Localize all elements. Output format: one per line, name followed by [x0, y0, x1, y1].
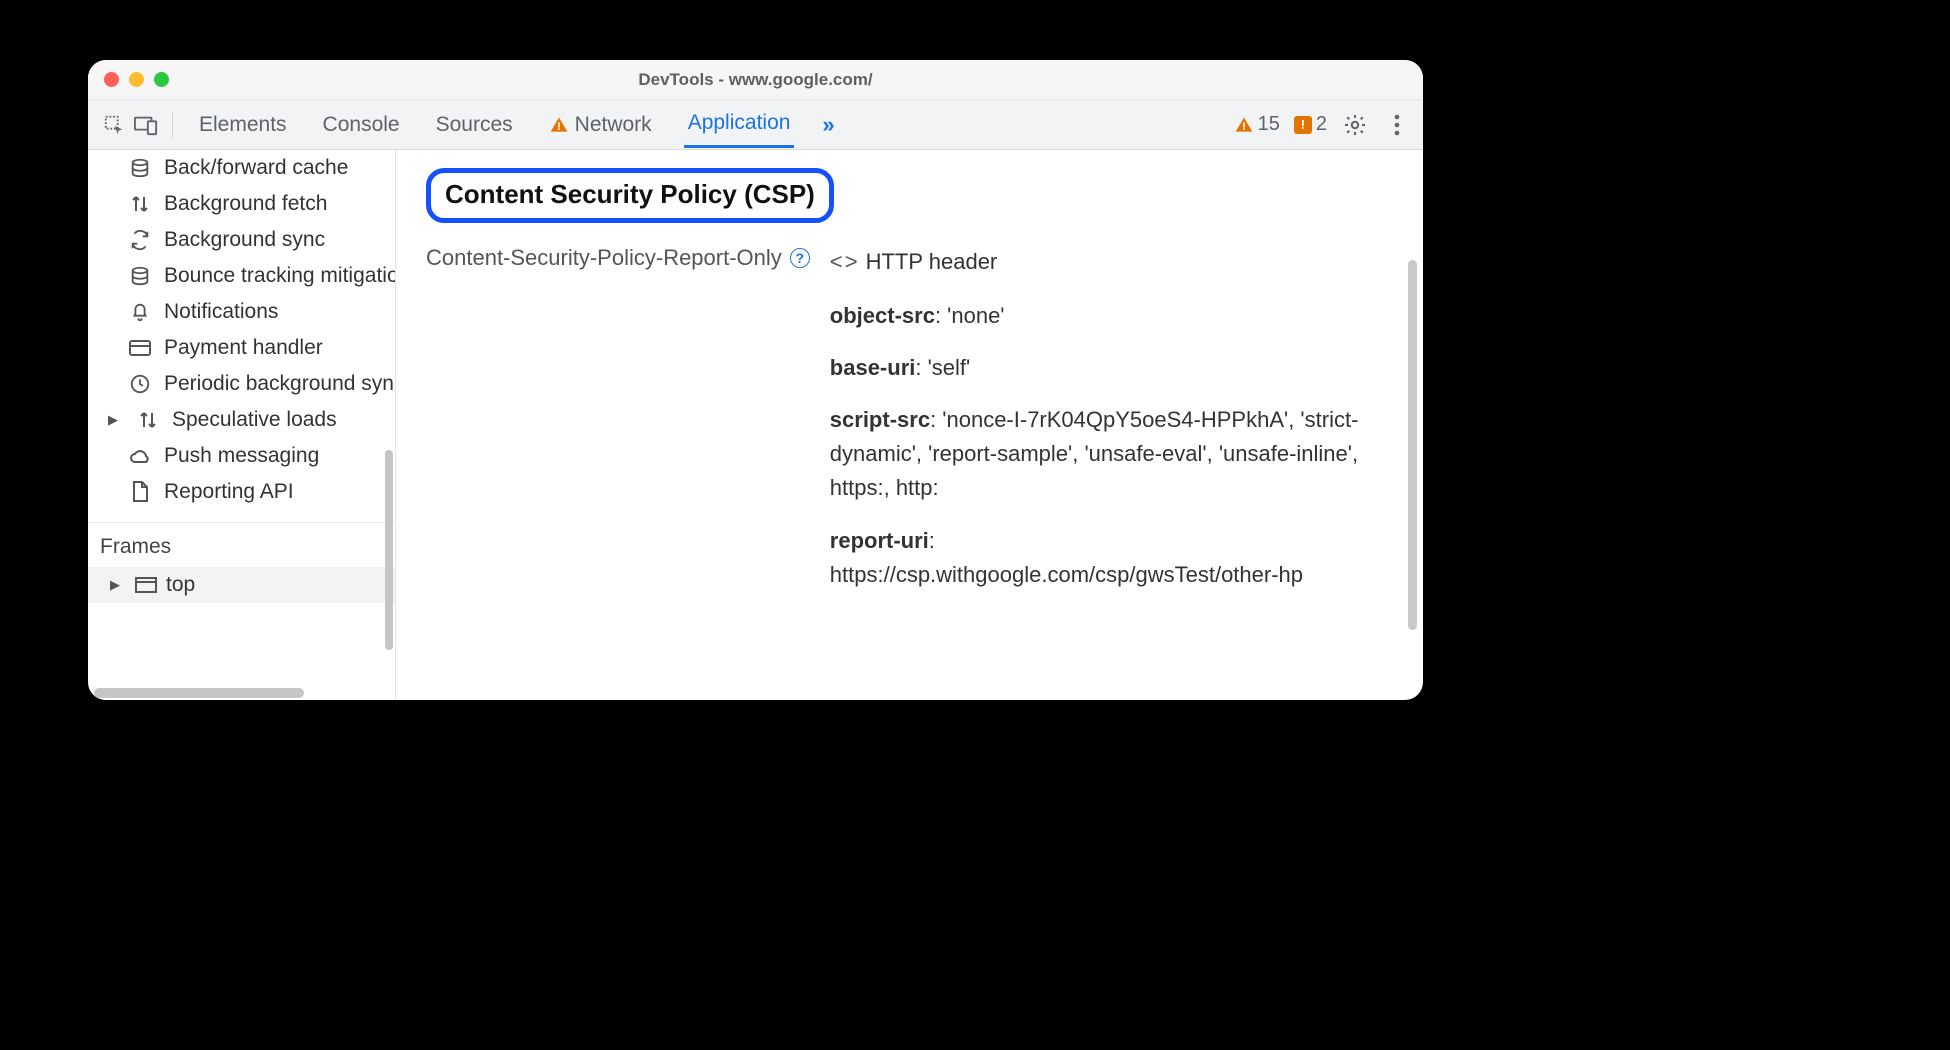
- sidebar-label: Payment handler: [164, 336, 323, 360]
- card-icon: [128, 336, 152, 360]
- issues-icon: !: [1294, 116, 1312, 134]
- settings-icon[interactable]: [1341, 111, 1369, 139]
- frame-top[interactable]: ▶ top: [88, 567, 395, 603]
- csp-directive-row: base-uri: 'self': [830, 351, 1370, 385]
- inspect-icon[interactable]: [100, 111, 128, 139]
- sidebar-vertical-scrollbar[interactable]: [385, 450, 393, 650]
- sidebar-label: Reporting API: [164, 480, 294, 504]
- tab-elements[interactable]: Elements: [195, 103, 291, 147]
- main-vertical-scrollbar[interactable]: [1408, 260, 1417, 630]
- toolbar-right: 15 ! 2: [1234, 111, 1411, 139]
- more-tabs-button[interactable]: »: [822, 112, 834, 138]
- csp-directive-row: script-src: 'nonce-I-7rK04QpY5oeS4-HPPkh…: [830, 403, 1370, 505]
- clock-icon: [128, 372, 152, 396]
- sidebar-item-periodic-sync[interactable]: Periodic background sync: [88, 366, 395, 402]
- csp-header-name: Content-Security-Policy-Report-Only: [426, 245, 782, 271]
- issues-badge[interactable]: ! 2: [1294, 113, 1327, 136]
- warning-count: 15: [1258, 113, 1280, 136]
- sync-icon: [128, 228, 152, 252]
- directive-name: script-src: [830, 407, 930, 432]
- warning-triangle-icon: [1234, 115, 1254, 135]
- tab-label: Console: [323, 113, 400, 137]
- csp-header-name-col: Content-Security-Policy-Report-Only ?: [426, 245, 810, 271]
- tab-sources[interactable]: Sources: [432, 103, 517, 147]
- sidebar-item-speculative-loads[interactable]: ▶ Speculative loads: [88, 402, 395, 438]
- csp-heading-highlight: Content Security Policy (CSP): [426, 168, 834, 223]
- directive-value: : 'self': [915, 355, 970, 380]
- sidebar-item-bg-sync[interactable]: Background sync: [88, 222, 395, 258]
- content-area: Back/forward cache Background fetch Back…: [88, 150, 1423, 700]
- issues-count: 2: [1316, 113, 1327, 136]
- sidebar-label: Periodic background sync: [164, 372, 395, 396]
- database-icon: [128, 156, 152, 180]
- sidebar-item-bf-cache[interactable]: Back/forward cache: [88, 150, 395, 186]
- sidebar-label: Background fetch: [164, 192, 327, 216]
- tab-label: Sources: [436, 113, 513, 137]
- expand-arrow-icon: ▶: [110, 577, 126, 593]
- device-toggle-icon[interactable]: [132, 111, 160, 139]
- database-icon: [128, 264, 152, 288]
- code-brackets-icon: < >: [830, 245, 856, 279]
- sidebar-item-bg-fetch[interactable]: Background fetch: [88, 186, 395, 222]
- csp-value-col: < > HTTP header object-src: 'none' base-…: [830, 245, 1370, 610]
- file-icon: [128, 480, 152, 504]
- cloud-icon: [128, 444, 152, 468]
- tab-label: Elements: [199, 113, 287, 137]
- sidebar-label: Back/forward cache: [164, 156, 348, 180]
- sidebar-item-payment-handler[interactable]: Payment handler: [88, 330, 395, 366]
- frame-label: top: [166, 573, 195, 597]
- sidebar-label: Bounce tracking mitigations: [164, 264, 395, 288]
- sidebar-item-bounce-tracking[interactable]: Bounce tracking mitigations: [88, 258, 395, 294]
- csp-source-label: HTTP header: [866, 245, 998, 279]
- toolbar-separator: [172, 112, 173, 138]
- minimize-button[interactable]: [129, 72, 144, 87]
- updown-arrows-icon: [136, 408, 160, 432]
- sidebar-label: Speculative loads: [172, 408, 337, 432]
- sidebar-horizontal-scrollbar[interactable]: [88, 686, 395, 700]
- warnings-badge[interactable]: 15: [1234, 113, 1280, 136]
- csp-entry: Content-Security-Policy-Report-Only ? < …: [426, 245, 1393, 610]
- panel-tabs: Elements Console Sources Network Applica…: [195, 101, 835, 148]
- directive-name: object-src: [830, 303, 935, 328]
- close-button[interactable]: [104, 72, 119, 87]
- csp-directive-row: object-src: 'none': [830, 299, 1370, 333]
- tab-console[interactable]: Console: [319, 103, 404, 147]
- devtools-window: DevTools - www.google.com/ Elements Cons…: [88, 60, 1423, 700]
- help-icon[interactable]: ?: [790, 248, 810, 268]
- warning-triangle-icon: [549, 115, 569, 135]
- kebab-menu-icon[interactable]: [1383, 111, 1411, 139]
- csp-source: < > HTTP header: [830, 245, 1370, 279]
- tab-network[interactable]: Network: [545, 103, 656, 147]
- maximize-button[interactable]: [154, 72, 169, 87]
- directive-name: base-uri: [830, 355, 916, 380]
- tab-application[interactable]: Application: [684, 101, 795, 148]
- sidebar-label: Notifications: [164, 300, 278, 324]
- csp-directive-row: report-uri: https://csp.withgoogle.com/c…: [830, 524, 1370, 592]
- expand-arrow-icon: ▶: [108, 412, 124, 428]
- bell-icon: [128, 300, 152, 324]
- devtools-toolbar: Elements Console Sources Network Applica…: [88, 100, 1423, 150]
- directive-name: report-uri: [830, 528, 929, 553]
- sidebar-label: Background sync: [164, 228, 325, 252]
- csp-heading: Content Security Policy (CSP): [445, 179, 815, 210]
- tab-label: Network: [575, 113, 652, 137]
- window-icon: [134, 576, 158, 594]
- window-title: DevTools - www.google.com/: [88, 70, 1423, 90]
- sidebar-label: Push messaging: [164, 444, 319, 468]
- sidebar-item-notifications[interactable]: Notifications: [88, 294, 395, 330]
- directive-value: : 'none': [935, 303, 1005, 328]
- window-controls: [104, 72, 169, 87]
- sidebar-item-reporting-api[interactable]: Reporting API: [88, 474, 395, 510]
- frames-section-label: Frames: [88, 522, 395, 567]
- sidebar-item-push-messaging[interactable]: Push messaging: [88, 438, 395, 474]
- titlebar: DevTools - www.google.com/: [88, 60, 1423, 100]
- csp-panel: Content Security Policy (CSP) Content-Se…: [396, 150, 1423, 700]
- application-sidebar: Back/forward cache Background fetch Back…: [88, 150, 396, 700]
- updown-arrows-icon: [128, 192, 152, 216]
- tab-label: Application: [688, 111, 791, 135]
